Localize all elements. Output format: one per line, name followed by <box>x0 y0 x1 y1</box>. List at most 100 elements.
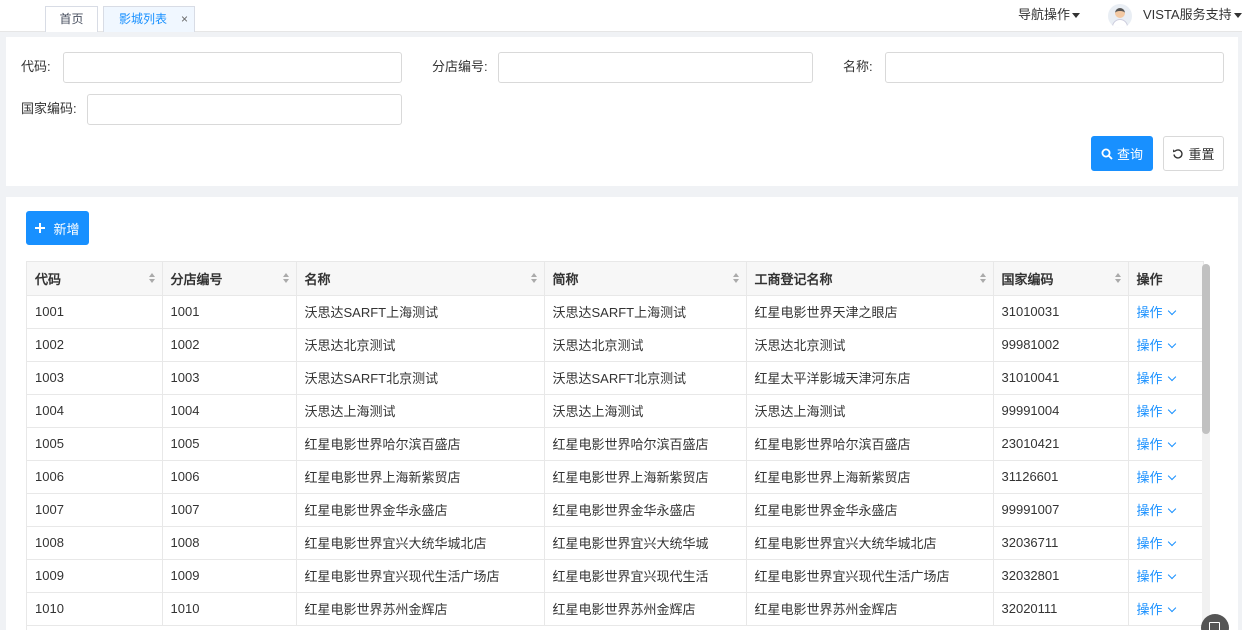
row-action-label: 操作 <box>1136 569 1163 584</box>
user-menu[interactable]: VISTA服务支持 <box>1143 0 1242 32</box>
branch-number-input[interactable] <box>498 52 813 83</box>
country-code-input[interactable] <box>87 94 402 125</box>
cell-actions: 操作 <box>1128 427 1203 461</box>
cell-branch-number: 1001 <box>162 295 297 329</box>
tab-cinema-list-label: 影城列表 <box>119 12 168 26</box>
table-row: 1007 1007 红星电影世界金华永盛店 红星电影世界金华永盛店 红星电影世界金华永盛… <box>27 493 1203 527</box>
sort-icon[interactable] <box>979 273 986 283</box>
cell-name: 红星电影世界上海新紫贸店 <box>296 460 545 494</box>
cell-branch-number: 1004 <box>162 394 297 428</box>
avatar[interactable] <box>1108 4 1132 28</box>
tab-home[interactable]: 首页 <box>45 6 98 32</box>
cell-registered-name: 红星电影世界上海新紫贸店 <box>746 460 994 494</box>
chevron-down-icon <box>1167 339 1176 349</box>
row-action-label: 操作 <box>1136 338 1163 353</box>
country-code-label: 国家编码: <box>21 101 77 116</box>
chevron-down-icon <box>1167 471 1176 481</box>
name-input[interactable] <box>885 52 1224 83</box>
nav-operations-label: 导航操作 <box>1018 7 1071 22</box>
row-action-dropdown[interactable]: 操作 <box>1137 437 1176 452</box>
chevron-down-icon <box>1167 438 1176 448</box>
cell-short-name: 红星电影世界苏州金辉店 <box>544 592 747 626</box>
cell-registered-name: 红星电影世界金华永盛店 <box>746 493 994 527</box>
cell-name: 沃思达SARFT上海测试 <box>296 295 545 329</box>
reset-button[interactable]: 重置 <box>1163 136 1224 171</box>
cell-branch-number: 1007 <box>162 493 297 527</box>
refresh-icon <box>1173 148 1184 159</box>
cell-country-code: 31010041 <box>993 361 1129 395</box>
cell-code: 1005 <box>27 427 163 461</box>
cell-short-name: 沃思达北京测试 <box>544 328 747 362</box>
cell-branch-number: 1002 <box>162 328 297 362</box>
cell-country-code: 99981002 <box>993 328 1129 362</box>
column-header-country-code[interactable]: 国家编码 <box>993 262 1129 296</box>
column-header-short-name[interactable]: 简称 <box>544 262 747 296</box>
query-button[interactable]: 查询 <box>1091 136 1153 171</box>
cell-short-name: 红星电影世界哈尔滨百盛店 <box>544 427 747 461</box>
row-action-dropdown[interactable]: 操作 <box>1137 470 1176 485</box>
cell-name: 沃思达北京测试 <box>296 328 545 362</box>
row-action-dropdown[interactable]: 操作 <box>1136 305 1176 320</box>
cell-registered-name: 红星太平洋影城天津河东店 <box>746 361 994 395</box>
cell-name: 红星电影世界哈尔滨百盛店 <box>296 427 545 461</box>
close-icon[interactable]: × <box>181 7 188 31</box>
column-header-branch-number[interactable]: 分店编号 <box>162 262 297 296</box>
cell-short-name: 红星电影世界宜兴现代生活 <box>544 559 747 593</box>
row-action-label: 操作 <box>1136 305 1163 320</box>
branch-number-label: 分店编号: <box>432 59 488 74</box>
sort-icon[interactable] <box>1114 273 1121 283</box>
table-row: 1004 1004 沃思达上海测试 沃思达上海测试 沃思达上海测试 99991004 操作 <box>27 394 1203 428</box>
cell-name: 沃思达上海测试 <box>296 394 545 428</box>
cell-code: 1010 <box>27 592 163 626</box>
column-header-code[interactable]: 代码 <box>27 262 163 296</box>
cell-short-name: 沃思达上海测试 <box>544 394 747 428</box>
cell-actions: 操作 <box>1128 328 1203 362</box>
cell-code: 1004 <box>27 394 163 428</box>
row-action-dropdown[interactable]: 操作 <box>1137 503 1176 518</box>
row-action-dropdown[interactable]: 操作 <box>1137 371 1176 386</box>
cell-code: 1002 <box>27 328 163 362</box>
row-action-label: 操作 <box>1136 536 1163 551</box>
cell-short-name: 红星电影世界上海新紫贸店 <box>544 460 747 494</box>
column-header-name[interactable]: 名称 <box>296 262 545 296</box>
query-button-label: 查询 <box>1116 147 1143 162</box>
top-bar: 首页 影城列表 × 导航操作 VISTA服务支持 <box>0 0 1242 32</box>
chevron-down-icon <box>1167 372 1176 382</box>
row-action-dropdown[interactable]: 操作 <box>1136 338 1176 353</box>
cell-country-code: 23010421 <box>993 427 1129 461</box>
cell-code: 1009 <box>27 559 163 593</box>
column-header-registered-name[interactable]: 工商登记名称 <box>746 262 994 296</box>
sort-icon[interactable] <box>148 273 155 283</box>
nav-operations-dropdown[interactable]: 导航操作 <box>1018 0 1081 32</box>
cell-short-name: 红星电影世界金华永盛店 <box>544 493 747 527</box>
cell-country-code: 99991004 <box>993 394 1129 428</box>
sort-icon[interactable] <box>282 273 289 283</box>
chevron-down-icon <box>1167 537 1176 547</box>
scrollbar-thumb[interactable] <box>1202 264 1210 434</box>
add-button[interactable]: 新增 <box>26 211 89 245</box>
row-action-dropdown[interactable]: 操作 <box>1136 536 1176 551</box>
table-row: 1002 1002 沃思达北京测试 沃思达北京测试 沃思达北京测试 99981002 操作 <box>27 328 1203 362</box>
plus-icon <box>35 223 46 233</box>
cell-registered-name: 红星电影世界苏州金辉店 <box>746 592 994 626</box>
chevron-down-icon <box>1167 405 1176 415</box>
tab-cinema-list[interactable]: 影城列表 × <box>103 6 195 32</box>
row-action-dropdown[interactable]: 操作 <box>1136 404 1176 419</box>
sort-icon[interactable] <box>732 273 739 283</box>
cell-registered-name: 沃思达北京测试 <box>746 328 994 362</box>
chevron-down-icon <box>1167 603 1176 613</box>
cell-code: 1007 <box>27 493 163 527</box>
row-action-label: 操作 <box>1136 404 1163 419</box>
row-action-dropdown[interactable]: 操作 <box>1136 569 1176 584</box>
main-panel: 新增 代码 分店编号 名称 简称 工商登记名称 国家编码 操作 1001 1001… <box>6 197 1238 630</box>
table-row: 1003 1003 沃思达SARFT北京测试 沃思达SARFT北京测试 红星太平洋影城天… <box>27 361 1203 395</box>
cell-actions: 操作 <box>1128 394 1203 428</box>
cell-country-code: 31010031 <box>993 295 1129 329</box>
cell-country-code: 32020111 <box>993 592 1129 626</box>
table-scrollbar[interactable] <box>1202 264 1210 630</box>
code-input[interactable] <box>63 52 402 83</box>
row-action-dropdown[interactable]: 操作 <box>1137 602 1176 617</box>
cell-branch-number: 1006 <box>162 460 297 494</box>
table-header-row: 代码 分店编号 名称 简称 工商登记名称 国家编码 操作 <box>27 262 1203 296</box>
sort-icon[interactable] <box>530 273 537 283</box>
